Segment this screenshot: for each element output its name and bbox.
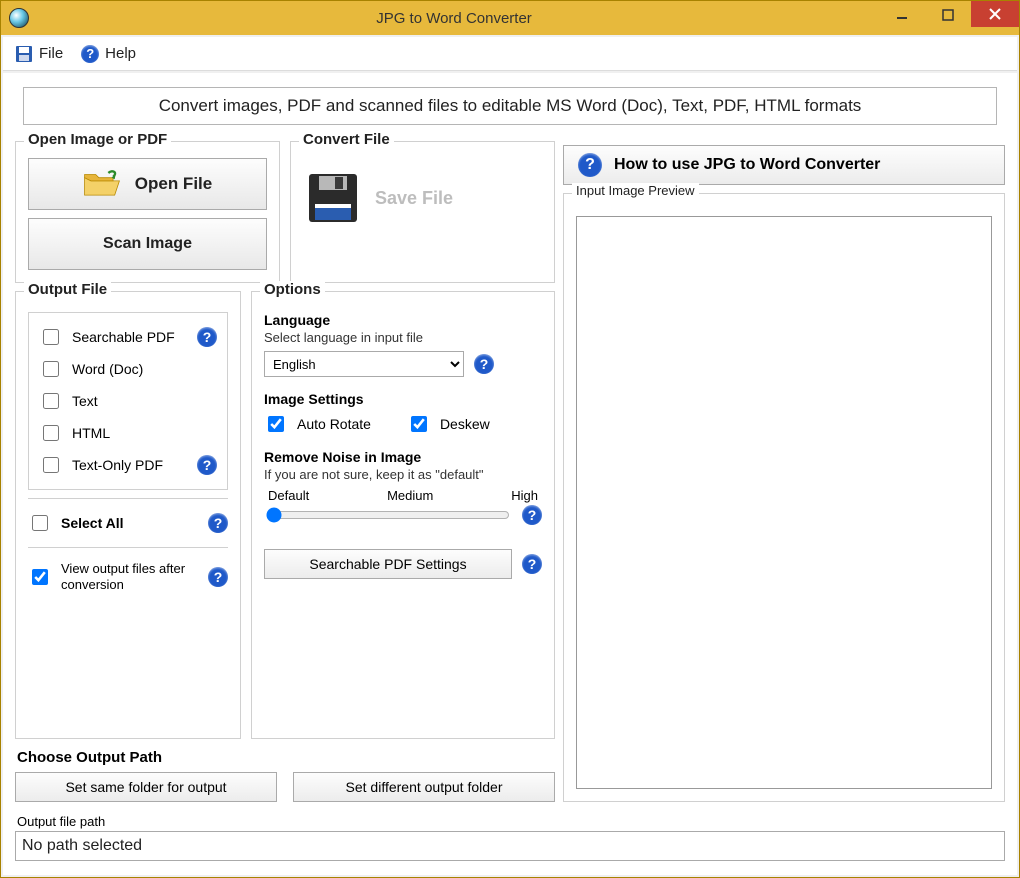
help-icon[interactable]: ? [208, 567, 228, 587]
output-html-checkbox[interactable] [43, 425, 59, 441]
help-icon[interactable]: ? [474, 354, 494, 374]
minimize-icon [896, 9, 908, 21]
options-title: Options [260, 281, 325, 298]
preview-group: Input Image Preview [563, 193, 1005, 802]
output-file-group: Output File Searchable PDF ? Word (Doc) [15, 291, 241, 739]
select-all-row: Select All ? [28, 507, 228, 539]
howto-label: How to use JPG to Word Converter [614, 156, 880, 174]
menu-help[interactable]: ? Help [81, 45, 136, 63]
menu-file[interactable]: File [15, 45, 63, 63]
open-file-label: Open File [135, 174, 212, 194]
window: JPG to Word Converter File ? Help [0, 0, 1020, 878]
preview-title: Input Image Preview [572, 183, 699, 198]
output-path-field[interactable] [15, 831, 1005, 861]
scan-image-label: Scan Image [103, 235, 192, 253]
output-item-label: Searchable PDF [72, 329, 187, 345]
output-html: HTML [39, 417, 217, 449]
maximize-icon [942, 9, 954, 21]
menu-file-label: File [39, 45, 63, 62]
output-textonly-pdf: Text-Only PDF ? [39, 449, 217, 481]
preview-canvas [576, 216, 992, 789]
output-searchable-pdf-checkbox[interactable] [43, 329, 59, 345]
help-icon[interactable]: ? [522, 505, 542, 525]
options-group: Options Language Select language in inpu… [251, 291, 555, 739]
noise-slider[interactable] [266, 507, 510, 523]
output-path-label: Output file path [17, 814, 1005, 829]
open-image-group: Open Image or PDF Open File Scan Im [15, 141, 280, 283]
auto-rotate-row: Auto Rotate [264, 411, 371, 437]
client-area: Convert images, PDF and scanned files to… [3, 73, 1017, 875]
output-textonly-pdf-checkbox[interactable] [43, 457, 59, 473]
view-after-row: View output files after conversion ? [28, 556, 228, 597]
menubar: File ? Help [3, 37, 1017, 71]
noise-label-medium: Medium [387, 488, 433, 503]
help-icon[interactable]: ? [197, 455, 217, 475]
maximize-button[interactable] [925, 1, 971, 29]
help-icon[interactable]: ? [197, 327, 217, 347]
scan-image-button[interactable]: Scan Image [28, 218, 267, 270]
language-note: Select language in input file [264, 330, 542, 345]
convert-file-group: Convert File Save File [290, 141, 555, 283]
language-select[interactable]: English [264, 351, 464, 377]
output-item-label: Text [72, 393, 98, 409]
pdf-settings-label: Searchable PDF Settings [309, 556, 466, 572]
save-file-button[interactable]: Save File [303, 158, 542, 228]
close-button[interactable] [971, 1, 1019, 27]
output-file-title: Output File [24, 281, 111, 298]
output-word-checkbox[interactable] [43, 361, 59, 377]
save-file-label: Save File [375, 188, 453, 209]
output-item-label: Word (Doc) [72, 361, 143, 377]
window-title: JPG to Word Converter [29, 10, 879, 27]
output-text-checkbox[interactable] [43, 393, 59, 409]
select-all-label: Select All [61, 515, 198, 531]
output-format-list: Searchable PDF ? Word (Doc) Text [28, 312, 228, 490]
close-icon [989, 8, 1001, 20]
deskew-row: Deskew [407, 411, 490, 437]
pdf-settings-button[interactable]: Searchable PDF Settings [264, 549, 512, 579]
open-image-title: Open Image or PDF [24, 131, 171, 148]
deskew-checkbox[interactable] [411, 416, 427, 432]
choose-output-path-group: Choose Output Path Set same folder for o… [15, 747, 555, 802]
language-title: Language [264, 312, 542, 328]
output-text: Text [39, 385, 217, 417]
output-searchable-pdf: Searchable PDF ? [39, 321, 217, 353]
output-path-group: Output file path [15, 814, 1005, 861]
different-folder-button[interactable]: Set different output folder [293, 772, 555, 802]
auto-rotate-checkbox[interactable] [268, 416, 284, 432]
output-word: Word (Doc) [39, 353, 217, 385]
menu-help-label: Help [105, 45, 136, 62]
noise-note: If you are not sure, keep it as "default… [264, 467, 542, 482]
noise-label-high: High [511, 488, 538, 503]
floppy-disk-icon [307, 172, 359, 224]
description-banner: Convert images, PDF and scanned files to… [23, 87, 997, 125]
folder-open-icon [83, 169, 121, 199]
choose-path-title: Choose Output Path [17, 749, 555, 766]
help-icon: ? [578, 153, 602, 177]
help-icon: ? [81, 45, 99, 63]
view-after-label: View output files after conversion [61, 561, 198, 592]
window-controls [879, 1, 1019, 35]
different-folder-label: Set different output folder [346, 779, 503, 795]
same-folder-label: Set same folder for output [65, 779, 226, 795]
open-file-button[interactable]: Open File [28, 158, 267, 210]
view-after-checkbox[interactable] [32, 569, 48, 585]
titlebar: JPG to Word Converter [1, 1, 1019, 35]
auto-rotate-label: Auto Rotate [297, 416, 371, 432]
help-icon[interactable]: ? [208, 513, 228, 533]
save-icon [15, 45, 33, 63]
output-item-label: Text-Only PDF [72, 457, 187, 473]
deskew-label: Deskew [440, 416, 490, 432]
noise-title: Remove Noise in Image [264, 449, 542, 465]
image-settings-title: Image Settings [264, 391, 542, 407]
select-all-checkbox[interactable] [32, 515, 48, 531]
same-folder-button[interactable]: Set same folder for output [15, 772, 277, 802]
howto-button[interactable]: ? How to use JPG to Word Converter [563, 145, 1005, 185]
noise-label-default: Default [268, 488, 309, 503]
convert-file-title: Convert File [299, 131, 394, 148]
output-item-label: HTML [72, 425, 110, 441]
help-icon[interactable]: ? [522, 554, 542, 574]
app-logo-icon [9, 8, 29, 28]
minimize-button[interactable] [879, 1, 925, 29]
